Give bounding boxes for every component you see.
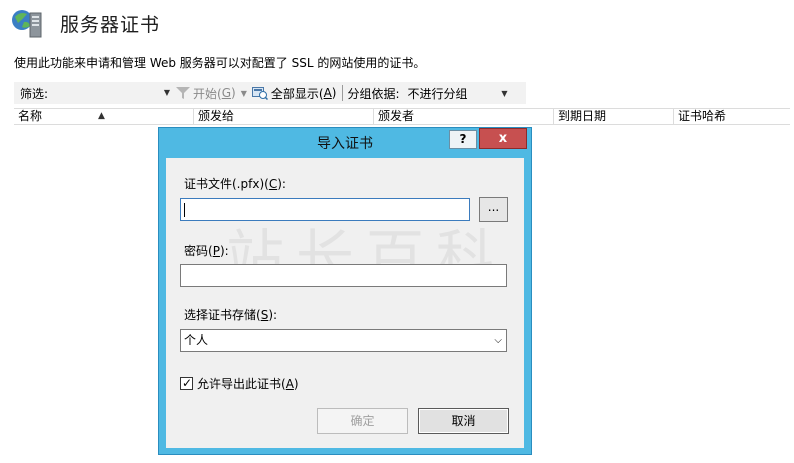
certificate-list-header: 名称 ▲ 颁发给 颁发者 到期日期 证书哈希 xyxy=(14,108,790,125)
chevron-down-icon: ⌵ xyxy=(494,335,502,346)
help-button[interactable]: ? xyxy=(449,130,477,149)
certificate-file-label-tail: ): xyxy=(277,177,286,191)
column-hash-label: 证书哈希 xyxy=(678,109,727,123)
column-header-issued-by[interactable]: 颁发者 xyxy=(374,109,554,125)
show-all-tail: ) xyxy=(331,86,337,100)
filter-label: 筛选: xyxy=(20,86,49,101)
column-header-name[interactable]: 名称 ▲ xyxy=(14,109,194,125)
allow-export-label: 允许导出此证书( xyxy=(197,377,286,391)
show-all-button[interactable]: 全部显示(A) xyxy=(251,85,337,102)
column-issued-to-label: 颁发给 xyxy=(198,109,235,123)
start-filter-label: 开始( xyxy=(193,86,222,101)
certificate-store-label-text: 选择证书存储( xyxy=(184,308,261,322)
column-expiration-label: 到期日期 xyxy=(558,109,607,123)
group-by-value: 不进行分组 xyxy=(407,86,468,101)
cancel-button[interactable]: 取消 xyxy=(418,408,509,434)
dialog-body: 站长百科 证书文件(.pfx)(C): ... 密码(P): 选择证书存储(S)… xyxy=(166,158,524,448)
start-dropdown-icon[interactable]: ▼ xyxy=(241,89,247,98)
toolbar-divider xyxy=(342,85,344,101)
allow-export-tail: ) xyxy=(293,376,299,391)
column-header-hash[interactable]: 证书哈希 xyxy=(674,109,790,125)
column-header-expiration[interactable]: 到期日期 xyxy=(554,109,674,125)
certificate-store-select[interactable]: 个人 ⌵ xyxy=(180,329,507,352)
password-key: P xyxy=(212,244,220,258)
allow-export-key: A xyxy=(285,376,294,391)
password-label-text: 密码( xyxy=(184,244,213,258)
text-cursor xyxy=(184,203,185,217)
allow-export-checkbox[interactable]: ✓ xyxy=(180,376,193,390)
certificate-store-value: 个人 xyxy=(184,333,209,347)
certificate-store-label: 选择证书存储(S): xyxy=(184,306,277,323)
server-certificate-icon xyxy=(10,7,46,39)
filter-combobox[interactable]: ▼ xyxy=(50,84,170,102)
group-by-label: 分组依据: xyxy=(347,86,400,101)
sort-ascending-icon: ▲ xyxy=(98,111,105,121)
filter-toolbar: 筛选: ▼ 开始(G) ▼ 全部显示(A) 分组依据: 不进行分组 ▼ xyxy=(14,82,526,104)
column-header-issued-to[interactable]: 颁发给 xyxy=(194,109,374,125)
start-filter-button[interactable]: 开始(G) xyxy=(176,85,236,102)
ok-button[interactable]: 确定 xyxy=(317,408,408,434)
certificate-file-label-text: 证书文件(.pfx)( xyxy=(184,177,269,191)
certificate-store-label-tail: ): xyxy=(268,308,278,322)
password-input[interactable] xyxy=(180,264,507,287)
column-name-label: 名称 xyxy=(18,109,43,123)
page-header: 服务器证书 xyxy=(10,6,160,40)
chevron-down-icon: ▼ xyxy=(501,88,508,98)
certificate-file-label: 证书文件(.pfx)(C): xyxy=(184,175,286,192)
import-certificate-dialog: 导入证书 ? x 站长百科 证书文件(.pfx)(C): ... 密码(P): … xyxy=(158,127,532,455)
start-filter-key: G xyxy=(221,86,232,100)
column-issued-by-label: 颁发者 xyxy=(378,109,415,123)
browse-button[interactable]: ... xyxy=(479,197,508,222)
page-description: 使用此功能来申请和管理 Web 服务器可以对配置了 SSL 的网站使用的证书。 xyxy=(14,56,426,70)
certificate-file-key: C xyxy=(268,177,278,191)
group-by-combobox[interactable]: 不进行分组 ▼ xyxy=(408,85,508,102)
funnel-icon xyxy=(176,87,191,99)
checkmark-icon: ✓ xyxy=(182,376,193,390)
show-all-label: 全部显示( xyxy=(270,86,324,101)
show-all-icon xyxy=(251,87,268,100)
page-title: 服务器证书 xyxy=(60,13,161,36)
show-all-key: A xyxy=(323,86,332,100)
certificate-file-input[interactable] xyxy=(180,198,470,221)
chevron-down-icon: ▼ xyxy=(163,88,171,97)
allow-export-option[interactable]: ✓ 允许导出此证书(A) xyxy=(180,375,299,392)
password-label: 密码(P): xyxy=(184,242,229,259)
close-button[interactable]: x xyxy=(479,128,527,149)
start-filter-tail: ) xyxy=(231,86,236,100)
password-label-tail: ): xyxy=(219,244,229,258)
